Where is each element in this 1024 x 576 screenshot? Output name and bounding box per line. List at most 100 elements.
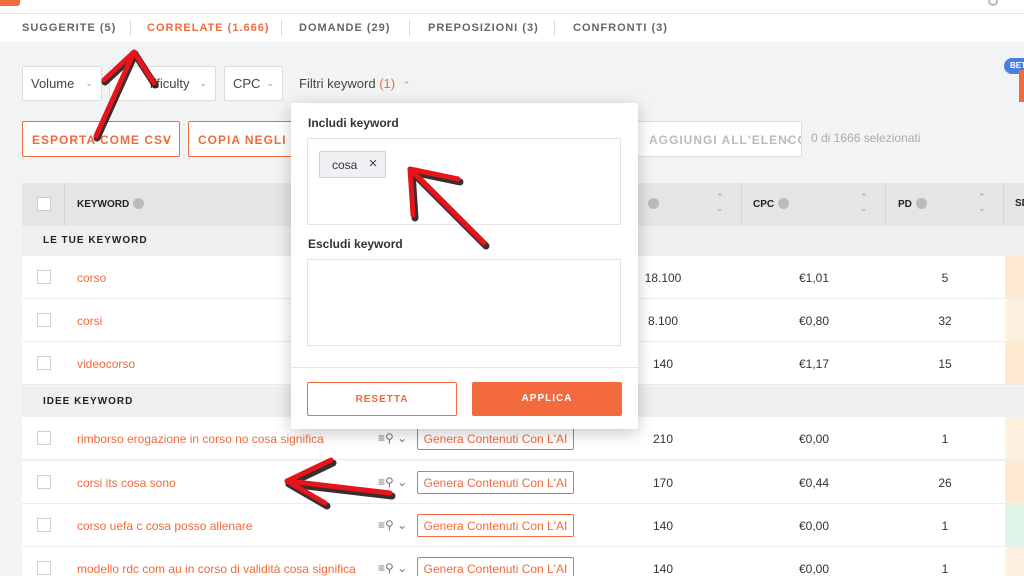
cpc-value: €0,00 — [798, 562, 830, 576]
app-logo[interactable] — [0, 0, 20, 6]
keyword-chip: cosa × — [319, 151, 387, 178]
export-csv-label: ESPORTA COME CSV — [32, 133, 173, 147]
select-all-checkbox[interactable] — [37, 197, 51, 211]
reset-button[interactable]: RESETTA — [307, 382, 457, 416]
row-checkbox[interactable] — [37, 431, 51, 445]
tab-divider — [554, 20, 555, 36]
row-checkbox[interactable] — [37, 561, 51, 575]
side-action-button[interactable] — [1019, 70, 1024, 102]
tab-domande[interactable]: DOMANDE (29) — [299, 22, 390, 34]
pd-header-label: PD — [898, 199, 912, 210]
exclude-keyword-field[interactable] — [307, 259, 621, 346]
row-checkbox[interactable] — [37, 313, 51, 327]
cpc-filter[interactable]: CPC ⌄ — [224, 66, 283, 101]
sd-indicator — [1005, 461, 1024, 503]
pd-value: 5 — [941, 271, 949, 285]
tab-divider — [130, 20, 131, 36]
sd-indicator — [1005, 504, 1024, 546]
cpc-value: €1,01 — [798, 271, 830, 285]
include-keyword-field[interactable]: cosa × — [307, 138, 621, 225]
serp-analysis-icon[interactable]: ≡⚲ ⌄ — [378, 561, 407, 575]
volume-column-header[interactable] — [644, 198, 659, 210]
generate-content-button[interactable]: Genera Contenuti Con L'AI — [417, 427, 574, 450]
keyword-header-label: KEYWORD — [77, 199, 130, 210]
top-bar — [0, 0, 1024, 14]
pd-value: 32 — [938, 314, 952, 328]
keyword-link[interactable]: corsi — [77, 314, 102, 328]
cpc-header-label: CPC — [753, 199, 775, 210]
cpc-value: €0,00 — [798, 519, 830, 533]
tab-confronti[interactable]: CONFRONTI (3) — [573, 22, 668, 34]
cpc-value: €0,44 — [798, 476, 830, 490]
add-to-list-button[interactable]: AGGIUNGI ALL'ELENCO ⌄ — [612, 121, 802, 157]
pd-value: 15 — [938, 357, 952, 371]
export-csv-button[interactable]: ESPORTA COME CSV ⌄ — [22, 121, 180, 157]
tab-suggerite[interactable]: SUGGERITE (5) — [22, 22, 116, 34]
difficulty-filter[interactable]: ifficulty ⌄ — [109, 66, 216, 101]
keyword-filter-label: Filtri keyword — [299, 76, 376, 91]
table-row: modello rdc com au in corso di validità … — [22, 547, 1024, 576]
sd-indicator — [1005, 547, 1024, 576]
column-divider — [885, 183, 886, 226]
settings-icon[interactable] — [988, 0, 998, 6]
generate-content-button[interactable]: Genera Contenuti Con L'AI — [417, 514, 574, 537]
chevron-down-icon: ⌄ — [85, 78, 93, 88]
keyword-link[interactable]: modello rdc com au in corso di validità … — [77, 562, 356, 576]
copy-button[interactable]: COPIA NEGLI A — [188, 121, 298, 157]
chevron-down-icon: ⌄ — [199, 78, 207, 88]
sd-indicator — [1005, 342, 1024, 384]
pd-column-header[interactable]: PD — [898, 198, 927, 210]
keyword-filter-toggle[interactable]: Filtri keyword (1) ⌃ — [299, 76, 410, 91]
keyword-link[interactable]: videocorso — [77, 357, 135, 371]
keyword-filter-count: (1) — [379, 76, 396, 91]
sd-column-header[interactable]: SD — [1015, 198, 1024, 209]
volume-filter-label: Volume — [31, 76, 75, 91]
tab-correlate[interactable]: CORRELATE (1.666) — [147, 22, 270, 34]
row-checkbox[interactable] — [37, 475, 51, 489]
generate-content-button[interactable]: Genera Contenuti Con L'AI — [417, 557, 574, 576]
generate-content-button[interactable]: Genera Contenuti Con L'AI — [417, 471, 574, 494]
cpc-column-header[interactable]: CPC — [753, 198, 790, 210]
keyword-tabs: SUGGERITE (5) CORRELATE (1.666) DOMANDE … — [0, 14, 1024, 42]
serp-analysis-icon[interactable]: ≡⚲ ⌄ — [378, 431, 407, 445]
row-checkbox[interactable] — [37, 356, 51, 370]
section-title: LE TUE KEYWORD — [43, 235, 148, 246]
help-icon[interactable] — [133, 198, 145, 209]
apply-button[interactable]: APPLICA — [472, 382, 622, 416]
keyword-link[interactable]: rimborso erogazione in corso no cosa sig… — [77, 432, 324, 446]
row-checkbox[interactable] — [37, 270, 51, 284]
chevron-up-icon: ⌃ — [402, 80, 411, 90]
volume-filter[interactable]: Volume ⌄ — [22, 66, 102, 101]
sd-indicator — [1005, 417, 1024, 459]
tab-preposizioni[interactable]: PREPOSIZIONI (3) — [428, 22, 539, 34]
cpc-value: €0,80 — [798, 314, 830, 328]
cpc-value: €0,00 — [798, 432, 830, 446]
help-icon[interactable] — [778, 198, 790, 209]
column-divider — [1003, 183, 1004, 226]
chevron-down-icon: ⌄ — [266, 78, 274, 88]
include-keyword-label: Includi keyword — [308, 116, 399, 130]
help-icon[interactable] — [915, 198, 927, 209]
serp-analysis-icon[interactable]: ≡⚲ ⌄ — [378, 518, 407, 532]
tab-divider — [409, 20, 410, 36]
sort-icon[interactable]: ⌃ ⌄ — [716, 192, 724, 214]
keyword-filter-popup: Includi keyword cosa × Escludi keyword R… — [291, 103, 638, 429]
keyword-column-header[interactable]: KEYWORD — [77, 198, 145, 210]
column-divider — [64, 183, 65, 226]
serp-analysis-icon[interactable]: ≡⚲ ⌄ — [378, 475, 407, 489]
cpc-filter-label: CPC — [233, 76, 261, 91]
copy-label: COPIA NEGLI A — [198, 133, 298, 147]
close-icon[interactable]: × — [369, 155, 378, 172]
row-checkbox[interactable] — [37, 518, 51, 532]
table-row: corsi its cosa sono ≡⚲ ⌄ Genera Contenut… — [22, 461, 1024, 504]
help-icon[interactable] — [648, 198, 659, 209]
section-title: IDEE KEYWORD — [43, 396, 134, 407]
keyword-link[interactable]: corsi its cosa sono — [77, 476, 176, 490]
exclude-keyword-label: Escludi keyword — [308, 237, 403, 251]
keyword-link[interactable]: corso uefa c cosa posso allenare — [77, 519, 252, 533]
sort-icon[interactable]: ⌃ ⌄ — [860, 192, 868, 214]
sort-icon[interactable]: ⌃ ⌄ — [978, 192, 986, 214]
add-to-list-label: AGGIUNGI ALL'ELENCO — [649, 133, 802, 147]
chevron-down-icon: ⌄ — [784, 134, 793, 144]
keyword-link[interactable]: corso — [77, 271, 106, 285]
